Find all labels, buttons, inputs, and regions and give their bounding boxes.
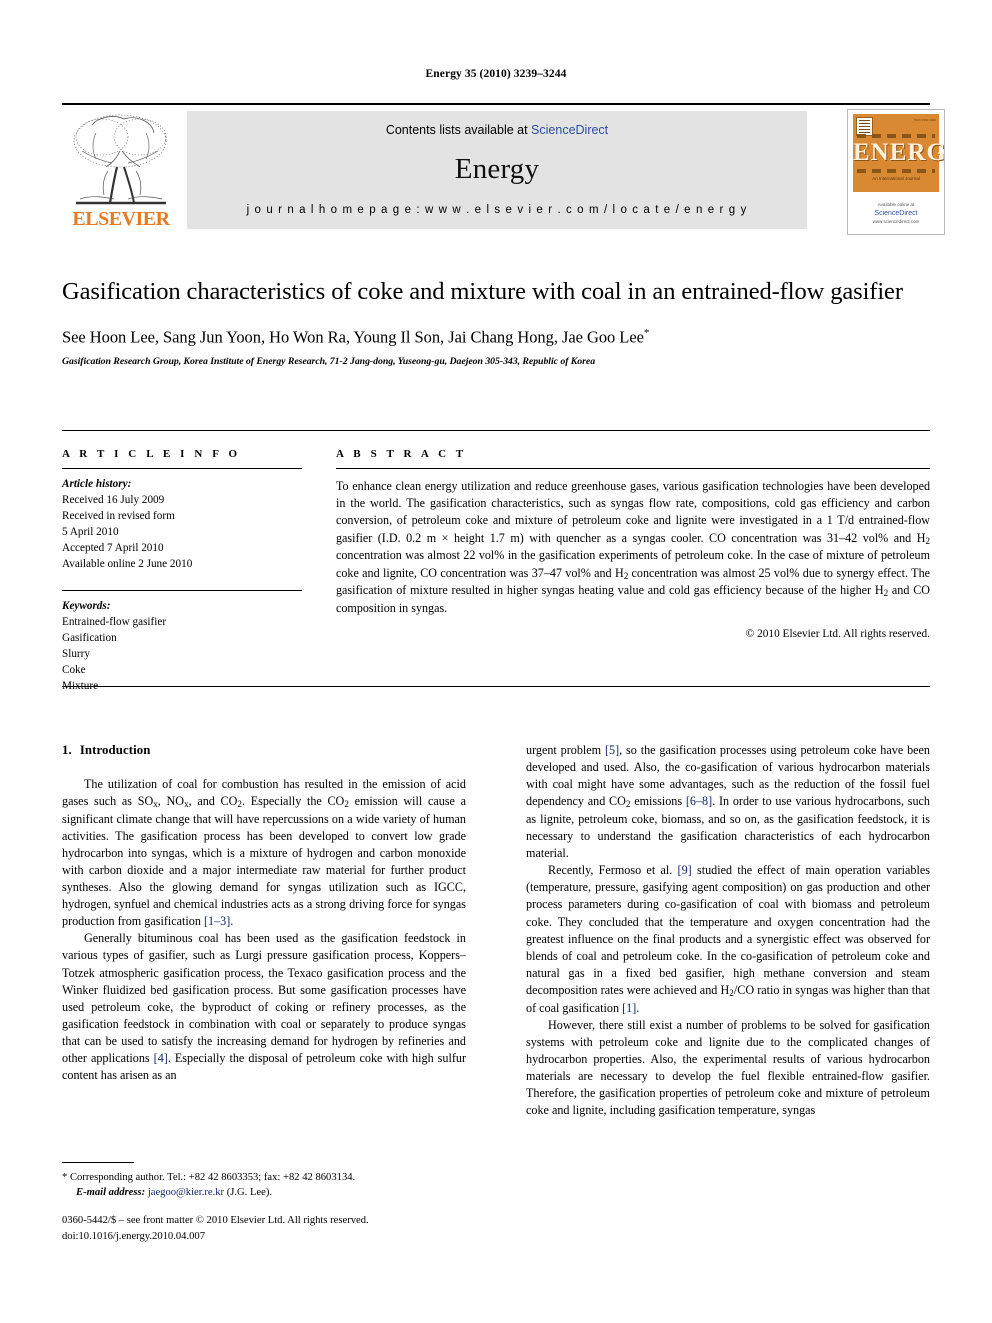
email-suffix: (J.G. Lee). <box>224 1187 272 1199</box>
article-history: Article history: Received 16 July 2009 R… <box>62 476 302 572</box>
footnote-block: * Corresponding author. Tel.: +82 42 860… <box>62 1162 466 1201</box>
cover-strip-top <box>857 134 935 138</box>
info-divider-top <box>62 430 930 431</box>
keywords-rule <box>62 590 302 592</box>
cover-strip-bottom <box>857 169 935 173</box>
article-info-heading: A R T I C L E I N F O <box>62 448 241 460</box>
cover-url: www.sciencedirect.com <box>872 219 920 225</box>
section-number: 1. <box>62 743 72 757</box>
section-heading-introduction: 1. Introduction <box>62 742 466 760</box>
article-history-label: Article history: <box>62 478 132 490</box>
section-title: Introduction <box>79 743 151 757</box>
abstract-sub-1: 2 <box>925 535 930 546</box>
cover-orange-panel: ISSN 0360-5442 ENERGY An International J… <box>853 114 945 192</box>
contents-lists-prefix: Contents lists available at <box>385 123 532 137</box>
abstract-block: A B S T R A C T To enhance clean energy … <box>336 448 930 640</box>
para-text: . Especially the CO <box>241 794 345 809</box>
cover-sciencedirect: ScienceDirect <box>874 209 918 217</box>
article-info-rule <box>62 468 302 469</box>
citation-link[interactable]: [1–3] <box>204 914 230 928</box>
email-address-link[interactable]: jaegoo@kier.re.kr <box>148 1187 224 1198</box>
history-item: Accepted 7 April 2010 <box>62 542 164 555</box>
cover-available-line: Available online at <box>877 202 915 207</box>
footnote-text: Corresponding author. Tel.: +82 42 86033… <box>67 1172 356 1183</box>
paragraph: Generally bituminous coal has been used … <box>62 930 466 1084</box>
body-column-left: 1. Introduction The utilization of coal f… <box>62 742 466 1084</box>
journal-masthead: ELSEVIER Contents lists available at Sci… <box>62 103 945 235</box>
history-item: 5 April 2010 <box>62 526 119 539</box>
journal-cover-thumbnail: ISSN 0360-5442 ENERGY An International J… <box>847 109 945 235</box>
journal-article-page: Energy 35 (2010) 3239–3244 ELSEVIER Cont… <box>0 0 992 1323</box>
para-text: , and CO <box>188 794 238 809</box>
keyword-item: Entrained-flow gasifier <box>62 616 167 629</box>
info-divider-bottom <box>62 686 930 687</box>
abstract-part-1: To enhance clean energy utilization and … <box>336 479 930 545</box>
cover-issn-code: ISSN 0360-5442 <box>913 118 936 122</box>
body-column-right: urgent problem [5], so the gasification … <box>526 742 930 1119</box>
footer-issn-line: 0360-5442/$ – see front matter © 2010 El… <box>62 1215 369 1226</box>
elsevier-tree-icon <box>73 114 167 205</box>
keywords-label: Keywords: <box>62 600 111 613</box>
keyword-item: Slurry <box>62 648 90 661</box>
paragraph: However, there still exist a number of p… <box>526 1017 930 1118</box>
article-info-block: A R T I C L E I N F O Article history: R… <box>62 448 302 694</box>
page-footer: 0360-5442/$ – see front matter © 2010 El… <box>62 1213 502 1245</box>
citation-link[interactable]: [4] <box>154 1051 168 1065</box>
abstract-copyright: © 2010 Elsevier Ltd. All rights reserved… <box>745 628 930 641</box>
citation-link[interactable]: [5] <box>605 743 619 757</box>
para-text: studied the effect of main operation var… <box>526 863 930 997</box>
journal-title: Energy <box>454 153 540 185</box>
para-text: , NO <box>157 794 185 809</box>
footnote-rule <box>62 1162 134 1163</box>
para-text: Generally bituminous coal has been used … <box>62 931 466 1065</box>
cover-footer: Available online at ScienceDirect www.sc… <box>848 202 944 226</box>
history-item: Available online 2 June 2010 <box>62 558 193 571</box>
running-head: Energy 35 (2010) 3239–3244 <box>425 68 567 80</box>
cover-tagline: An International Journal <box>872 176 920 181</box>
affiliation: Gasification Research Group, Korea Insti… <box>62 355 596 367</box>
paragraph: Recently, Fermoso et al. [9] studied the… <box>526 862 930 1016</box>
journal-homepage-line[interactable]: j o u r n a l h o m e p a g e : w w w . … <box>187 204 807 216</box>
citation-link[interactable]: [9] <box>678 863 692 877</box>
title-block: Gasification characteristics of coke and… <box>62 276 930 367</box>
keyword-item: Coke <box>62 664 86 677</box>
keywords-block: Keywords: Entrained-flow gasifier Gasifi… <box>62 598 302 694</box>
abstract-rule <box>336 468 930 469</box>
history-item: Received 16 July 2009 <box>62 494 165 507</box>
keyword-item: Gasification <box>62 632 117 645</box>
email-note: E-mail address: jaegoo@kier.re.kr (J.G. … <box>62 1185 466 1200</box>
citation-link[interactable]: [6–8] <box>686 794 712 808</box>
author-list: See Hoon Lee, Sang Jun Yoon, Ho Won Ra, … <box>62 327 930 348</box>
email-label: E-mail address: <box>76 1187 146 1199</box>
paragraph: The utilization of coal for combustion h… <box>62 776 466 930</box>
abstract-text: To enhance clean energy utilization and … <box>336 478 930 617</box>
para-text: . <box>230 914 234 929</box>
para-text: . <box>636 1000 640 1015</box>
journal-banner: Contents lists available at ScienceDirec… <box>187 111 807 229</box>
corresponding-author-marker: * <box>643 327 650 340</box>
paragraph: urgent problem [5], so the gasification … <box>526 742 930 862</box>
citation-link[interactable]: [1] <box>622 1001 636 1015</box>
corresponding-author-note: * Corresponding author. Tel.: +82 42 860… <box>62 1170 466 1185</box>
contents-lists-line: Contents lists available at ScienceDirec… <box>187 123 807 137</box>
para-text: Recently, Fermoso et al. <box>548 863 678 878</box>
elsevier-logo: ELSEVIER <box>62 111 180 229</box>
abstract-heading: A B S T R A C T <box>336 448 467 460</box>
para-text: emission will cause a significant climat… <box>62 794 467 929</box>
footer-doi-line: doi:10.1016/j.energy.2010.04.007 <box>62 1230 206 1242</box>
page-title: Gasification characteristics of coke and… <box>62 278 903 305</box>
elsevier-wordmark: ELSEVIER <box>72 208 170 230</box>
para-text: emissions <box>630 794 686 809</box>
author-names: See Hoon Lee, Sang Jun Yoon, Ho Won Ra, … <box>62 327 644 347</box>
sciencedirect-link[interactable]: ScienceDirect <box>531 123 608 137</box>
cover-wordmark: ENERGY <box>853 139 945 166</box>
history-item: Received in revised form <box>62 510 175 523</box>
para-text: urgent problem <box>526 743 605 757</box>
